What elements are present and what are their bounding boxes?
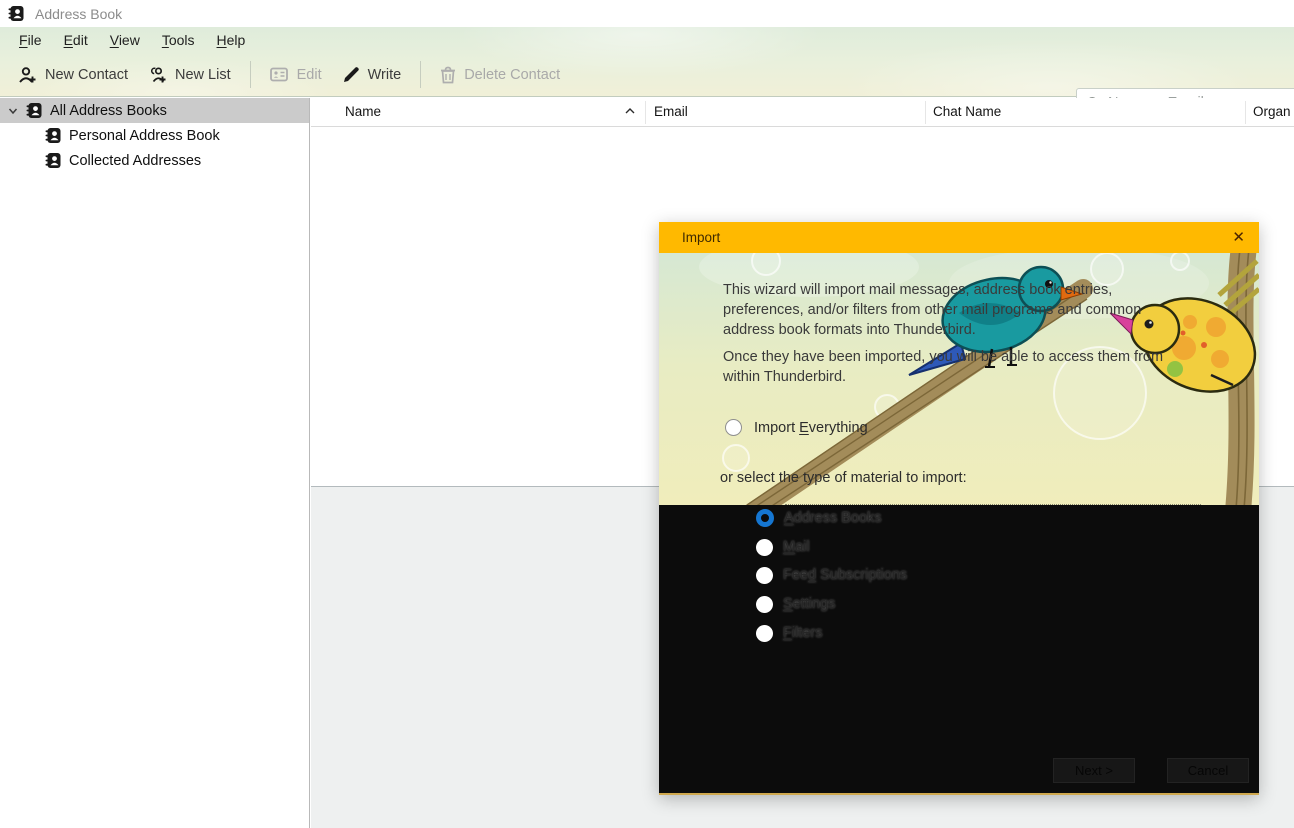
close-icon[interactable]: ✕ <box>1232 230 1245 245</box>
import-dialog-body: Address Books Mail Feed Subscriptions Se… <box>659 505 1259 793</box>
chevron-down-icon[interactable] <box>7 105 19 117</box>
window-title: Address Book <box>35 6 122 22</box>
address-books-sidebar: All Address Books Personal Address Book <box>0 98 310 828</box>
address-book-app-icon <box>8 5 25 22</box>
column-header-email[interactable]: Email <box>654 104 688 119</box>
new-list-icon <box>148 66 167 84</box>
column-divider[interactable] <box>1245 101 1246 124</box>
delete-contact-button[interactable]: Delete Contact <box>430 60 570 90</box>
radio-import-everything[interactable] <box>725 419 742 436</box>
import-dialog-header: This wizard will import mail messages, a… <box>659 253 1259 505</box>
column-header-organization[interactable]: Organ <box>1253 104 1291 119</box>
menu-view[interactable]: View <box>99 29 151 51</box>
next-button[interactable]: Next > <box>1053 758 1135 783</box>
select-type-prompt: or select the type of material to import… <box>720 470 967 486</box>
toolbar-separator <box>250 61 251 88</box>
import-dialog-title: Import <box>682 230 720 245</box>
option-feed-subscriptions[interactable]: Feed Subscriptions <box>756 564 907 586</box>
new-contact-button[interactable]: New Contact <box>8 60 138 90</box>
write-label: Write <box>368 67 402 83</box>
new-list-label: New List <box>175 67 231 83</box>
radio-feed-subscriptions[interactable] <box>756 567 773 584</box>
radio-filters[interactable] <box>756 625 773 642</box>
option-filters[interactable]: Filters <box>756 622 822 644</box>
option-label: Settings <box>783 596 835 612</box>
menu-file[interactable]: File <box>8 29 53 51</box>
write-pencil-icon <box>342 66 360 84</box>
new-contact-label: New Contact <box>45 67 128 83</box>
address-book-icon <box>45 127 62 144</box>
new-list-button[interactable]: New List <box>138 60 241 90</box>
list-header: Name Email Chat Name Organ <box>311 98 1294 127</box>
import-everything-option[interactable]: Import Everything <box>725 419 868 436</box>
sidebar-item-label: Personal Address Book <box>69 128 220 144</box>
address-book-icon <box>26 102 43 119</box>
write-button[interactable]: Write <box>332 60 412 90</box>
menu-help[interactable]: Help <box>206 29 257 51</box>
column-divider[interactable] <box>645 101 646 124</box>
option-label: Address Books <box>784 510 882 526</box>
address-book-icon <box>45 152 62 169</box>
menubar: File Edit View Tools Help <box>0 27 1294 53</box>
address-book-window: Address Book File Edit View Tools Help N… <box>0 0 1294 828</box>
import-access-paragraph: Once they have been imported, you will b… <box>723 347 1201 387</box>
column-divider[interactable] <box>925 101 926 124</box>
sidebar-item-all-address-books[interactable]: All Address Books <box>0 98 309 123</box>
sidebar-item-collected-addresses[interactable]: Collected Addresses <box>0 148 309 173</box>
radio-address-books[interactable] <box>756 509 774 527</box>
option-label: Feed Subscriptions <box>783 567 907 583</box>
toolbar-separator <box>420 61 421 88</box>
import-everything-label: Import Everything <box>754 420 868 436</box>
cancel-button[interactable]: Cancel <box>1167 758 1249 783</box>
option-settings[interactable]: Settings <box>756 593 835 615</box>
option-address-books[interactable]: Address Books <box>756 507 882 529</box>
delete-trash-icon <box>440 66 456 84</box>
menu-edit[interactable]: Edit <box>53 29 99 51</box>
edit-contact-label: Edit <box>297 67 322 83</box>
radio-settings[interactable] <box>756 596 773 613</box>
column-header-name[interactable]: Name <box>345 104 381 119</box>
menu-toolbar-band: File Edit View Tools Help New Contact <box>0 27 1294 97</box>
sort-ascending-icon[interactable] <box>624 106 636 116</box>
sidebar-item-personal-address-book[interactable]: Personal Address Book <box>0 123 309 148</box>
import-dialog-titlebar: Import ✕ <box>659 222 1259 253</box>
new-contact-icon <box>18 66 37 84</box>
menu-tools[interactable]: Tools <box>151 29 206 51</box>
option-label: Mail <box>783 539 810 555</box>
import-dialog: Import ✕ <box>659 222 1259 795</box>
edit-contact-button[interactable]: Edit <box>260 61 332 89</box>
edit-contact-icon <box>270 67 289 82</box>
titlebar: Address Book <box>0 0 1294 27</box>
delete-contact-label: Delete Contact <box>464 67 560 83</box>
sidebar-item-label: All Address Books <box>50 103 167 119</box>
sidebar-item-label: Collected Addresses <box>69 153 201 169</box>
import-intro-paragraph: This wizard will import mail messages, a… <box>723 280 1201 340</box>
radio-mail[interactable] <box>756 539 773 556</box>
option-label: Filters <box>783 625 822 641</box>
option-mail[interactable]: Mail <box>756 536 810 558</box>
column-header-chat-name[interactable]: Chat Name <box>933 104 1001 119</box>
